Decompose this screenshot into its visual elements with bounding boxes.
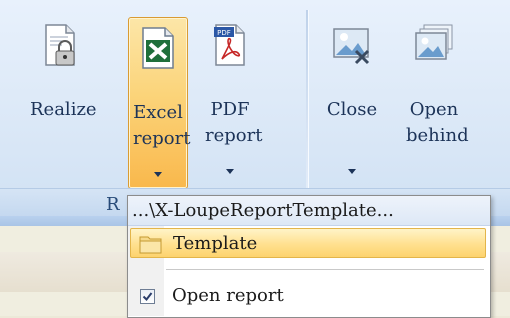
excel-report-label-text: Excel report [133, 102, 191, 149]
menu-separator [166, 269, 484, 270]
menu-item-template-label: Template [173, 233, 258, 254]
close-label: Close [326, 99, 378, 120]
svg-text:PDF: PDF [217, 29, 231, 37]
excel-icon [142, 27, 174, 69]
close-dropdown-arrow-icon[interactable] [348, 169, 356, 174]
open-report-checkbox[interactable] [140, 289, 155, 304]
ribbon-group-label: R [106, 194, 120, 215]
ribbon-separator [306, 10, 309, 215]
excel-report-button[interactable]: Excel report [128, 17, 191, 189]
open-behind-button[interactable]: Open behind [404, 15, 469, 185]
pdf-report-label: PDF report [200, 97, 263, 149]
pdf-icon: PDF [214, 24, 245, 66]
checkmark-icon [142, 292, 153, 302]
close-image-icon [333, 28, 370, 65]
menu-item-open-report[interactable]: Open report [130, 281, 486, 311]
excel-report-dropdown-arrow-icon[interactable] [154, 172, 162, 177]
open-behind-images-icon [415, 24, 453, 60]
realize-button[interactable]: Realize [30, 15, 97, 185]
excel-report-label: Excel report [129, 100, 191, 152]
open-behind-label-text: Open behind [406, 99, 469, 146]
template-path-label[interactable]: ...\X-LoupeReportTemplate... [128, 196, 490, 226]
ribbon: Realize Excel report PDF PDF report Clos… [0, 0, 510, 227]
close-button[interactable]: Close [322, 15, 382, 185]
realize-label: Realize [30, 99, 97, 120]
excel-report-dropdown-menu: ...\X-LoupeReportTemplate... Template Op… [127, 195, 491, 318]
folder-icon [139, 236, 162, 254]
pdf-report-label-text: PDF report [205, 99, 263, 146]
open-behind-label: Open behind [404, 97, 469, 149]
realize-document-lock-icon [45, 24, 75, 66]
menu-item-open-report-label: Open report [172, 285, 284, 306]
menu-item-template[interactable]: Template [130, 228, 486, 258]
pdf-report-button[interactable]: PDF PDF report [200, 15, 263, 185]
pdf-report-dropdown-arrow-icon[interactable] [226, 169, 234, 174]
